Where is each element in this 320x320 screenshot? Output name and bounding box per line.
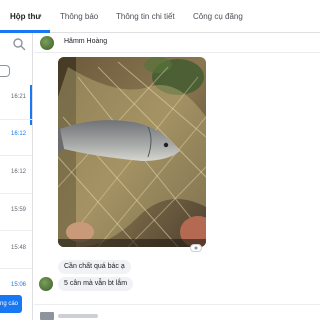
top-tab-bar: Hộp thư Thông báo Thông tin chi tiết Côn… xyxy=(0,0,320,33)
divider xyxy=(0,193,32,194)
conversation-time: 16:21 xyxy=(10,94,26,100)
tab-publishing-tools[interactable]: Công cụ đăng xyxy=(193,12,243,21)
conversation-list: 16:21 16:12 16:12 15:59 15:48 15:06 ng c… xyxy=(0,33,33,320)
divider xyxy=(34,304,320,305)
reaction-icon[interactable] xyxy=(190,244,202,252)
tab-notifications[interactable]: Thông báo xyxy=(60,12,98,21)
conversation-time: 16:12 xyxy=(10,131,26,137)
tab-insights[interactable]: Thông tin chi tiết xyxy=(116,12,175,21)
divider xyxy=(0,268,32,269)
divider xyxy=(0,119,32,120)
conversation-time: 15:48 xyxy=(10,245,26,251)
message-bubble[interactable]: 5 cân mà vẫn bt lắm xyxy=(58,277,134,291)
conversation-time: 15:06 xyxy=(10,282,26,288)
chat-header: Hâmm Hoàng xyxy=(34,33,320,53)
create-ad-button[interactable]: ng cáo xyxy=(0,295,22,313)
instagram-icon[interactable] xyxy=(0,65,10,77)
attachment-thumbnail[interactable] xyxy=(40,312,54,320)
message-preview-placeholder xyxy=(58,314,98,318)
photo-message[interactable] xyxy=(58,57,206,247)
message-bubble[interactable]: Cần chất quá bác ạ xyxy=(58,260,131,274)
avatar[interactable] xyxy=(39,277,53,291)
divider xyxy=(0,230,32,231)
tab-inbox[interactable]: Hộp thư xyxy=(10,12,41,21)
search-icon[interactable] xyxy=(12,37,26,51)
divider xyxy=(0,155,32,156)
fish-photo xyxy=(58,57,206,247)
contact-name[interactable]: Hâmm Hoàng xyxy=(64,38,107,45)
avatar[interactable] xyxy=(40,36,54,50)
conversation-time: 16:12 xyxy=(10,169,26,175)
conversation-time: 15:59 xyxy=(10,207,26,213)
